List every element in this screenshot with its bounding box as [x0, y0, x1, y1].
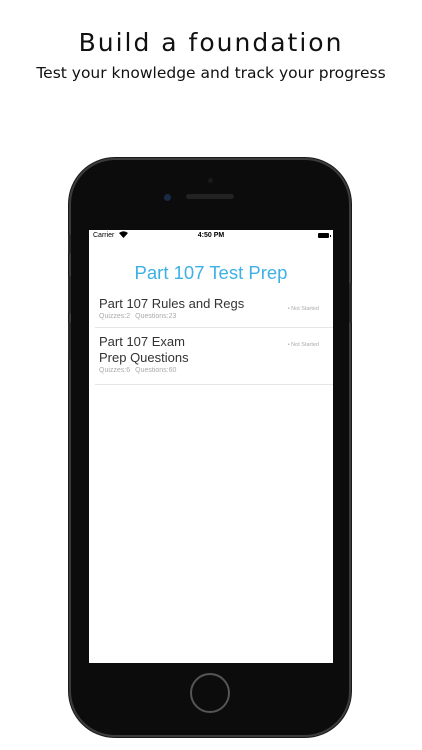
volume-up-button: [68, 276, 71, 314]
status-time: 4:50 PM: [197, 232, 225, 239]
proximity-sensor: [208, 178, 213, 183]
front-camera: [164, 194, 171, 201]
question-count: Questions:23: [135, 313, 177, 320]
volume-down-button: [68, 322, 71, 360]
status-badge: • Not Started: [287, 306, 319, 312]
question-count: Questions:60: [135, 367, 177, 374]
home-button[interactable]: [190, 673, 230, 713]
list-item[interactable]: Part 107 Exam Prep Questions Quizzes:6 Qu…: [95, 328, 333, 385]
status-badge: • Not Started: [287, 342, 319, 348]
phone-screen: Carrier 4:50 PM Part 107 Test Prep Part …: [89, 230, 333, 663]
course-title: Part 107 Rules and Regs: [99, 296, 245, 311]
course-meta: Quizzes:6 Questions:60: [99, 367, 333, 374]
course-list: Part 107 Rules and Regs Quizzes:2 Questio…: [95, 292, 333, 385]
quiz-count: Quizzes:2: [99, 313, 131, 320]
status-bar: Carrier 4:50 PM: [89, 230, 333, 242]
list-item[interactable]: Part 107 Rules and Regs Quizzes:2 Questio…: [95, 292, 333, 328]
battery-icon: [318, 233, 331, 238]
course-meta: Quizzes:2 Questions:23: [99, 313, 333, 320]
promo-headline: Build a foundation: [78, 28, 344, 57]
quiz-count: Quizzes:6: [99, 367, 131, 374]
promo-subline: Test your knowledge and track your progr…: [36, 64, 386, 82]
mute-switch: [68, 234, 71, 254]
app-title: Part 107 Test Prep: [134, 262, 288, 283]
course-title: Part 107 Exam Prep Questions: [99, 334, 189, 365]
power-button: [349, 283, 352, 323]
earpiece-speaker: [186, 194, 234, 199]
